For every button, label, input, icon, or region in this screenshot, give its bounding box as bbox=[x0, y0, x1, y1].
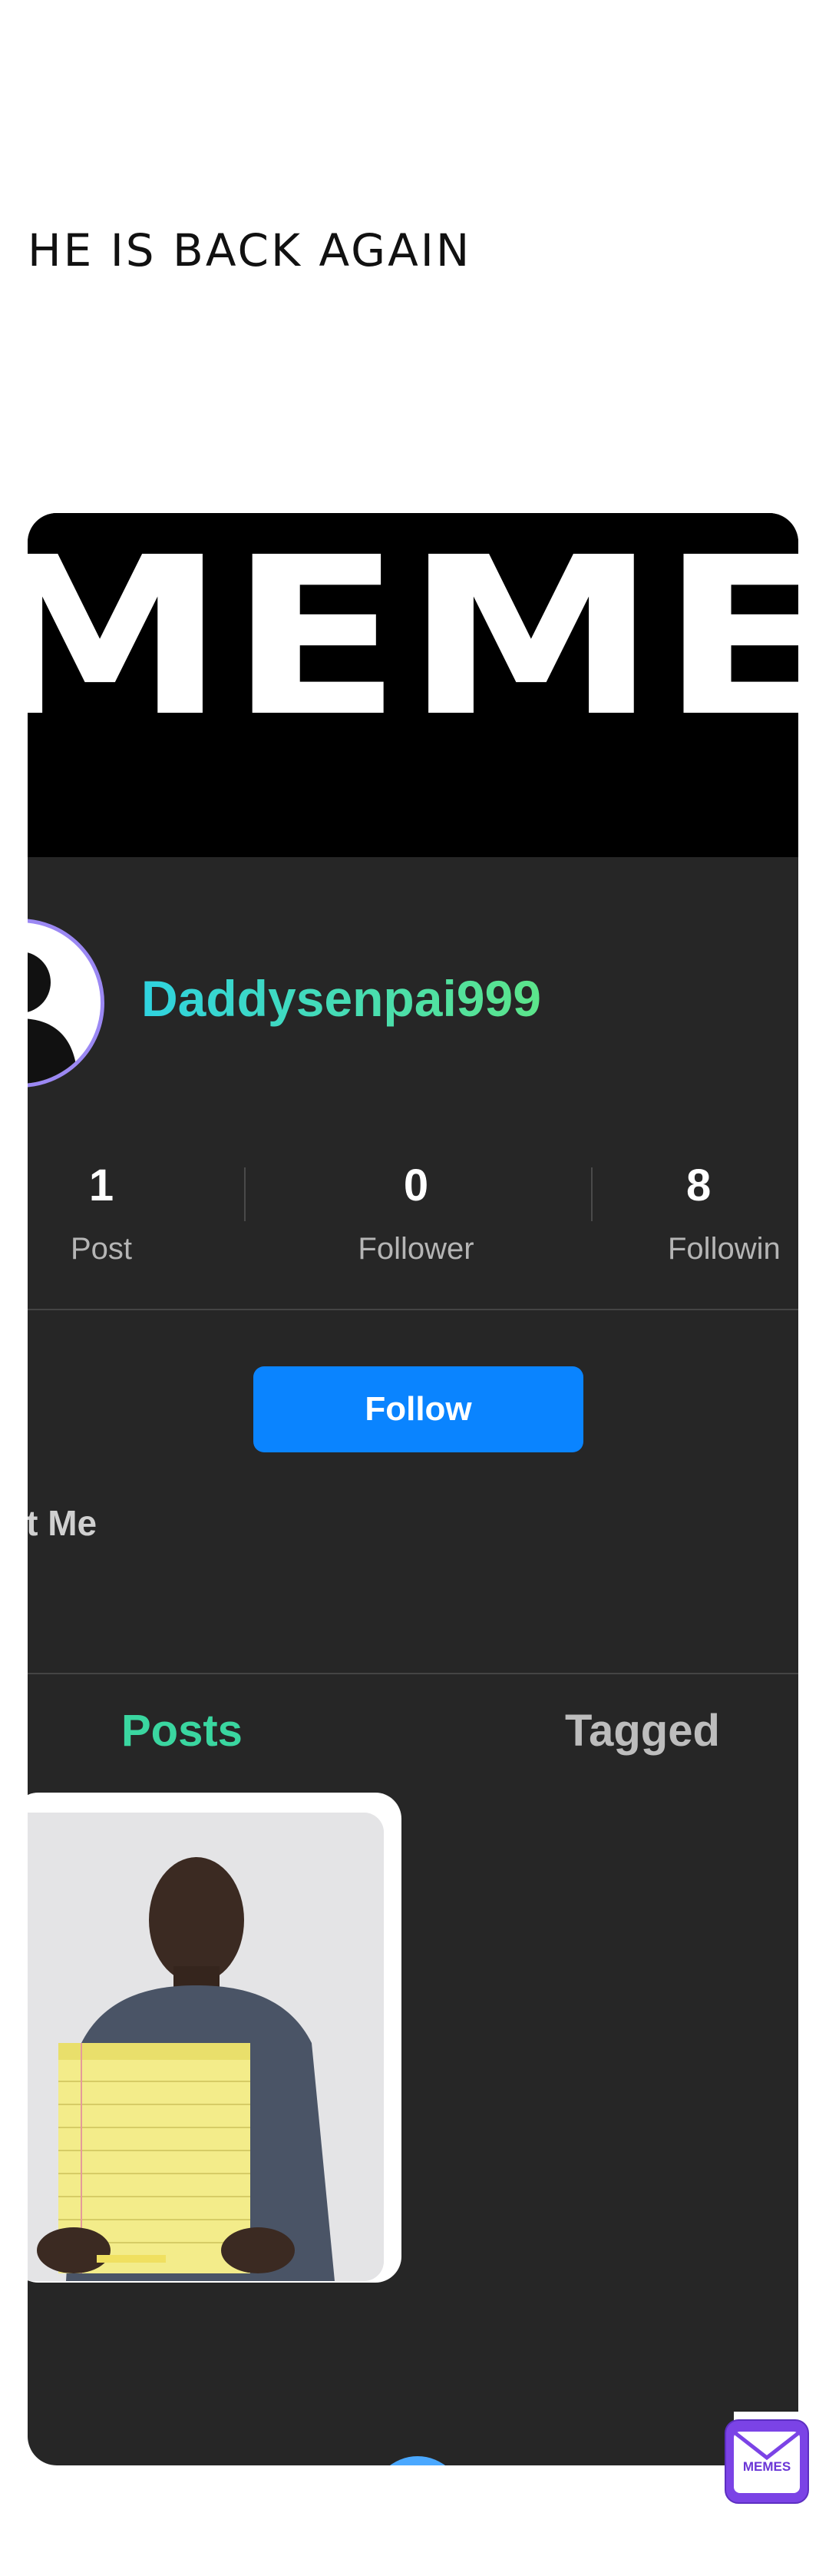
stat-following[interactable]: 8 Followin bbox=[668, 1160, 798, 1266]
meme-caption: HE IS BACK AGAIN bbox=[28, 224, 472, 276]
envelope-flap-icon bbox=[734, 2432, 800, 2461]
stat-label: Followin bbox=[668, 1232, 781, 1266]
stat-label: Post bbox=[70, 1232, 133, 1266]
profile-screenshot: MEMES Daddysenpai999 1 Post 0 Follower 8… bbox=[28, 513, 798, 2465]
stat-value: 0 bbox=[403, 1161, 429, 1210]
avatar[interactable] bbox=[28, 919, 104, 1088]
profile-banner: MEMES bbox=[28, 513, 798, 857]
stat-followers[interactable]: 0 Follower bbox=[324, 1160, 508, 1266]
person-with-notepad-image bbox=[28, 1813, 384, 2281]
tab-tagged[interactable]: Tagged bbox=[565, 1705, 720, 1757]
post-thumbnail[interactable] bbox=[28, 1793, 401, 2283]
stat-divider bbox=[591, 1167, 593, 1221]
stat-divider bbox=[244, 1167, 246, 1221]
divider bbox=[28, 1309, 798, 1310]
default-avatar-icon bbox=[28, 952, 78, 1084]
stat-label: Follower bbox=[358, 1232, 474, 1266]
post-image bbox=[28, 1813, 384, 2281]
username: Daddysenpai999 bbox=[141, 970, 541, 1027]
tab-posts[interactable]: Posts bbox=[121, 1705, 243, 1757]
stat-value: 8 bbox=[686, 1161, 712, 1210]
divider bbox=[28, 1673, 798, 1674]
logo-text: MEMES bbox=[742, 2459, 791, 2474]
banner-text: MEMES bbox=[28, 513, 798, 765]
memes-logo: MEMES bbox=[725, 2419, 809, 2504]
stat-posts[interactable]: 1 Post bbox=[28, 1160, 193, 1266]
follow-button[interactable]: Follow bbox=[253, 1366, 583, 1452]
action-button[interactable] bbox=[372, 2456, 464, 2465]
stat-value: 1 bbox=[88, 1161, 114, 1210]
about-me-label: ut Me bbox=[28, 1503, 97, 1543]
